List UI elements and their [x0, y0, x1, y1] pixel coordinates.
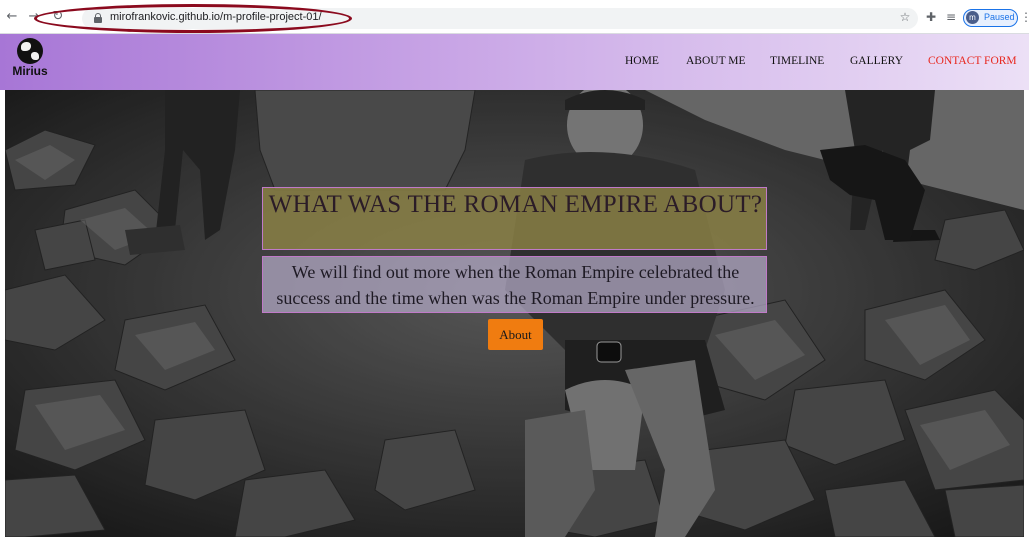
- nav-about-me[interactable]: ABOUT ME: [686, 55, 746, 67]
- site-logo[interactable]: Mirius: [10, 38, 50, 82]
- brand-name: Mirius: [12, 64, 48, 78]
- hero-subtitle: We will find out more when the Roman Emp…: [276, 262, 755, 308]
- nav-gallery[interactable]: GALLERY: [850, 55, 903, 67]
- nav-home[interactable]: HOME: [625, 55, 659, 67]
- hero-background-photo: [5, 90, 1024, 537]
- globe-icon: [17, 38, 43, 64]
- extensions-icon[interactable]: ✚: [924, 10, 938, 24]
- avatar: m: [966, 11, 979, 24]
- star-icon[interactable]: ☆: [898, 10, 912, 24]
- profile-button[interactable]: m Paused: [963, 9, 1018, 27]
- reading-list-icon[interactable]: ≡: [944, 10, 958, 24]
- profile-status: Paused: [984, 12, 1015, 22]
- more-menu-icon[interactable]: ⋮: [1020, 10, 1029, 24]
- hero-title: WHAT WAS THE ROMAN EMPIRE ABOUT?: [268, 191, 763, 218]
- nav-timeline[interactable]: TIMELINE: [770, 55, 824, 67]
- back-arrow-icon[interactable]: ←: [4, 9, 20, 25]
- hero-title-box: WHAT WAS THE ROMAN EMPIRE ABOUT?: [262, 187, 767, 250]
- nav-contact-form[interactable]: CONTACT FORM: [928, 55, 1017, 67]
- hero-subtitle-box: We will find out more when the Roman Emp…: [262, 256, 767, 313]
- about-button[interactable]: About: [488, 319, 543, 350]
- page-edge-right: [1024, 90, 1029, 540]
- annotation-ellipse: [34, 4, 352, 33]
- page-edge-left: [0, 90, 5, 540]
- hero-section: [5, 90, 1024, 537]
